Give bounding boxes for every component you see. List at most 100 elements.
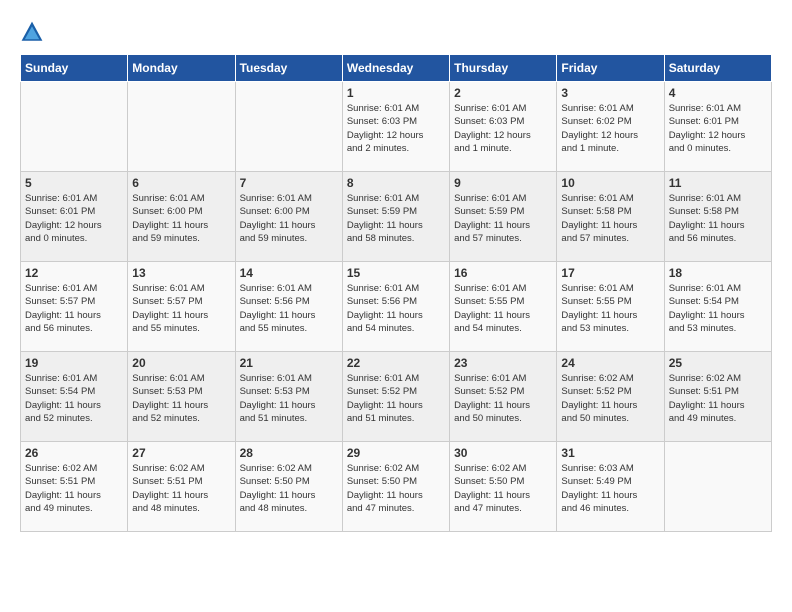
logo [20,20,48,44]
calendar-cell: 10 Sunrise: 6:01 AM Sunset: 5:58 PM Dayli… [557,172,664,262]
day-number: 23 [454,356,552,370]
calendar-week-row: 5 Sunrise: 6:01 AM Sunset: 6:01 PM Daylig… [21,172,772,262]
day-info: Sunrise: 6:01 AM Sunset: 5:58 PM Dayligh… [561,192,659,245]
calendar-cell: 2 Sunrise: 6:01 AM Sunset: 6:03 PM Daylig… [450,82,557,172]
calendar-cell: 9 Sunrise: 6:01 AM Sunset: 5:59 PM Daylig… [450,172,557,262]
calendar-cell: 28 Sunrise: 6:02 AM Sunset: 5:50 PM Dayli… [235,442,342,532]
calendar-cell [21,82,128,172]
calendar-header-row: SundayMondayTuesdayWednesdayThursdayFrid… [21,55,772,82]
calendar-week-row: 26Sunrise: 6:02 AM Sunset: 5:51 PM Dayli… [21,442,772,532]
day-number: 15 [347,266,445,280]
calendar-cell: 1 Sunrise: 6:01 AM Sunset: 6:03 PM Daylig… [342,82,449,172]
day-info: Sunrise: 6:01 AM Sunset: 6:03 PM Dayligh… [347,102,445,155]
day-number: 3 [561,86,659,100]
day-info: Sunrise: 6:02 AM Sunset: 5:50 PM Dayligh… [240,462,338,515]
day-number: 9 [454,176,552,190]
day-info: Sunrise: 6:01 AM Sunset: 5:58 PM Dayligh… [669,192,767,245]
day-info: Sunrise: 6:02 AM Sunset: 5:50 PM Dayligh… [454,462,552,515]
calendar-cell: 18 Sunrise: 6:01 AM Sunset: 5:54 PM Dayli… [664,262,771,352]
calendar-cell: 5 Sunrise: 6:01 AM Sunset: 6:01 PM Daylig… [21,172,128,262]
calendar-week-row: 1 Sunrise: 6:01 AM Sunset: 6:03 PM Daylig… [21,82,772,172]
day-info: Sunrise: 6:01 AM Sunset: 6:03 PM Dayligh… [454,102,552,155]
calendar-cell: 6Sunrise: 6:01 AM Sunset: 6:00 PM Daylig… [128,172,235,262]
calendar-cell: 14Sunrise: 6:01 AM Sunset: 5:56 PM Dayli… [235,262,342,352]
day-number: 19 [25,356,123,370]
day-number: 25 [669,356,767,370]
day-number: 28 [240,446,338,460]
calendar-cell: 31 Sunrise: 6:03 AM Sunset: 5:49 PM Dayli… [557,442,664,532]
day-info: Sunrise: 6:02 AM Sunset: 5:51 PM Dayligh… [25,462,123,515]
day-number: 7 [240,176,338,190]
col-header-friday: Friday [557,55,664,82]
day-number: 5 [25,176,123,190]
calendar-cell: 29 Sunrise: 6:02 AM Sunset: 5:50 PM Dayli… [342,442,449,532]
day-info: Sunrise: 6:01 AM Sunset: 5:54 PM Dayligh… [25,372,123,425]
day-info: Sunrise: 6:02 AM Sunset: 5:50 PM Dayligh… [347,462,445,515]
calendar-cell: 22 Sunrise: 6:01 AM Sunset: 5:52 PM Dayli… [342,352,449,442]
calendar-cell: 17 Sunrise: 6:01 AM Sunset: 5:55 PM Dayli… [557,262,664,352]
calendar-cell: 26Sunrise: 6:02 AM Sunset: 5:51 PM Dayli… [21,442,128,532]
calendar-week-row: 12 Sunrise: 6:01 AM Sunset: 5:57 PM Dayli… [21,262,772,352]
day-number: 2 [454,86,552,100]
calendar-cell: 25 Sunrise: 6:02 AM Sunset: 5:51 PM Dayli… [664,352,771,442]
day-number: 13 [132,266,230,280]
day-info: Sunrise: 6:01 AM Sunset: 6:01 PM Dayligh… [25,192,123,245]
day-number: 20 [132,356,230,370]
col-header-wednesday: Wednesday [342,55,449,82]
day-number: 31 [561,446,659,460]
day-info: Sunrise: 6:01 AM Sunset: 5:57 PM Dayligh… [132,282,230,335]
calendar-cell: 20 Sunrise: 6:01 AM Sunset: 5:53 PM Dayli… [128,352,235,442]
day-info: Sunrise: 6:01 AM Sunset: 5:53 PM Dayligh… [240,372,338,425]
day-number: 22 [347,356,445,370]
day-info: Sunrise: 6:01 AM Sunset: 5:53 PM Dayligh… [132,372,230,425]
day-number: 12 [25,266,123,280]
page-header [20,20,772,44]
day-info: Sunrise: 6:03 AM Sunset: 5:49 PM Dayligh… [561,462,659,515]
day-info: Sunrise: 6:01 AM Sunset: 5:52 PM Dayligh… [454,372,552,425]
calendar-cell: 11Sunrise: 6:01 AM Sunset: 5:58 PM Dayli… [664,172,771,262]
day-info: Sunrise: 6:01 AM Sunset: 5:59 PM Dayligh… [454,192,552,245]
col-header-tuesday: Tuesday [235,55,342,82]
day-number: 4 [669,86,767,100]
calendar-cell: 3Sunrise: 6:01 AM Sunset: 6:02 PM Daylig… [557,82,664,172]
day-info: Sunrise: 6:01 AM Sunset: 5:54 PM Dayligh… [669,282,767,335]
col-header-saturday: Saturday [664,55,771,82]
day-info: Sunrise: 6:01 AM Sunset: 5:57 PM Dayligh… [25,282,123,335]
day-number: 1 [347,86,445,100]
calendar-cell: 21 Sunrise: 6:01 AM Sunset: 5:53 PM Dayli… [235,352,342,442]
calendar-cell: 19 Sunrise: 6:01 AM Sunset: 5:54 PM Dayli… [21,352,128,442]
day-info: Sunrise: 6:01 AM Sunset: 6:01 PM Dayligh… [669,102,767,155]
calendar-cell [664,442,771,532]
day-info: Sunrise: 6:02 AM Sunset: 5:51 PM Dayligh… [669,372,767,425]
calendar-cell: 12 Sunrise: 6:01 AM Sunset: 5:57 PM Dayli… [21,262,128,352]
day-number: 18 [669,266,767,280]
day-number: 10 [561,176,659,190]
day-number: 8 [347,176,445,190]
calendar-cell: 23 Sunrise: 6:01 AM Sunset: 5:52 PM Dayli… [450,352,557,442]
day-number: 21 [240,356,338,370]
logo-icon [20,20,44,44]
calendar-cell [128,82,235,172]
col-header-sunday: Sunday [21,55,128,82]
day-number: 24 [561,356,659,370]
day-info: Sunrise: 6:01 AM Sunset: 5:55 PM Dayligh… [561,282,659,335]
day-number: 27 [132,446,230,460]
day-info: Sunrise: 6:01 AM Sunset: 6:00 PM Dayligh… [240,192,338,245]
day-info: Sunrise: 6:01 AM Sunset: 5:52 PM Dayligh… [347,372,445,425]
calendar-cell: 7 Sunrise: 6:01 AM Sunset: 6:00 PM Daylig… [235,172,342,262]
col-header-monday: Monday [128,55,235,82]
calendar-cell [235,82,342,172]
day-info: Sunrise: 6:02 AM Sunset: 5:52 PM Dayligh… [561,372,659,425]
calendar-cell: 30 Sunrise: 6:02 AM Sunset: 5:50 PM Dayli… [450,442,557,532]
day-number: 30 [454,446,552,460]
day-info: Sunrise: 6:01 AM Sunset: 5:56 PM Dayligh… [347,282,445,335]
day-number: 29 [347,446,445,460]
day-info: Sunrise: 6:01 AM Sunset: 6:00 PM Dayligh… [132,192,230,245]
day-number: 14 [240,266,338,280]
day-info: Sunrise: 6:01 AM Sunset: 5:59 PM Dayligh… [347,192,445,245]
day-info: Sunrise: 6:02 AM Sunset: 5:51 PM Dayligh… [132,462,230,515]
day-number: 17 [561,266,659,280]
col-header-thursday: Thursday [450,55,557,82]
calendar-cell: 15 Sunrise: 6:01 AM Sunset: 5:56 PM Dayli… [342,262,449,352]
calendar-cell: 16Sunrise: 6:01 AM Sunset: 5:55 PM Dayli… [450,262,557,352]
